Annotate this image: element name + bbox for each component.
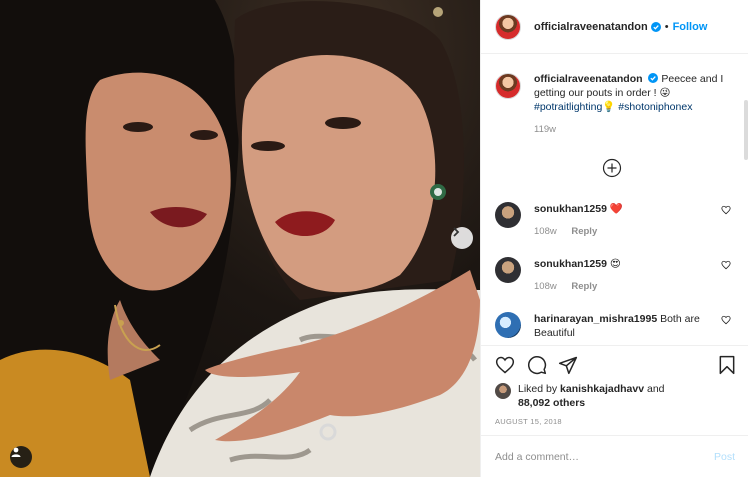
post-comment-button[interactable]: Post — [714, 451, 735, 463]
comment-item: harinarayan_mishra1995 Both are Beautifu… — [495, 312, 737, 340]
liker-avatar[interactable] — [495, 383, 511, 399]
author-username[interactable]: officialraveenatandon — [534, 21, 648, 33]
comments-list[interactable]: officialraveenatandon Peecee and I getti… — [481, 55, 743, 345]
verified-badge-icon — [650, 21, 661, 32]
verified-badge-icon — [648, 73, 659, 83]
comment-icon[interactable] — [527, 355, 547, 375]
author-avatar[interactable] — [495, 13, 521, 40]
like-comment-heart-icon[interactable] — [721, 260, 731, 270]
likes-count[interactable]: 88,092 others — [518, 397, 585, 409]
like-comment-heart-icon[interactable] — [721, 315, 731, 325]
post-actions: Liked by kanishkajadhavv and 88,092 othe… — [481, 345, 748, 435]
commenter-avatar[interactable] — [495, 312, 521, 338]
comment-item: sonukhan1259 ❤️ 108w Reply — [495, 202, 737, 239]
separator-dot: • — [664, 20, 669, 33]
post-date[interactable]: AUGUST 15, 2018 — [495, 417, 562, 426]
comment-text: 😍 — [609, 258, 621, 270]
user-tag-icon — [11, 447, 21, 457]
load-more-comments-icon[interactable] — [602, 158, 622, 178]
comment-input[interactable] — [495, 450, 714, 463]
reply-button[interactable]: Reply — [571, 281, 597, 292]
likes-prefix: Liked by — [518, 383, 558, 395]
likes-summary: Liked by kanishkajadhavv and 88,092 othe… — [495, 382, 665, 410]
caption-author-avatar[interactable] — [495, 73, 521, 99]
comment-username[interactable]: sonukhan1259 — [534, 203, 607, 215]
commenter-avatar[interactable] — [495, 257, 521, 283]
likes-and: and — [647, 383, 665, 395]
comment-item: sonukhan1259 😍 108w Reply — [495, 257, 737, 294]
caption-timestamp[interactable]: 119w — [534, 124, 556, 135]
tagged-users-button[interactable] — [10, 446, 32, 468]
like-comment-heart-icon[interactable] — [721, 205, 731, 215]
comment-timestamp[interactable]: 108w — [534, 281, 557, 292]
heart-icon[interactable] — [495, 355, 515, 375]
post-side-panel: officialraveenatandon • Follow officialr… — [480, 0, 748, 477]
hashtag-link[interactable]: #shotoniphonex — [618, 101, 692, 113]
comment-username[interactable]: harinarayan_mishra1995 — [534, 313, 657, 325]
comment-timestamp[interactable]: 108w — [534, 226, 557, 237]
caption-username[interactable]: officialraveenatandon — [534, 73, 643, 85]
share-icon[interactable] — [558, 355, 578, 375]
post-photo[interactable] — [0, 0, 480, 477]
reply-button[interactable]: Reply — [571, 226, 597, 237]
add-comment-bar: Post — [481, 435, 748, 477]
chevron-right-icon — [453, 227, 460, 237]
comments-scrollbar[interactable] — [744, 100, 748, 160]
commenter-avatar[interactable] — [495, 202, 521, 228]
hashtag-link[interactable]: #potraitlighting💡 — [534, 101, 615, 113]
selfie-photo — [0, 0, 480, 477]
comment-text: ❤️ — [609, 203, 623, 215]
comment-username[interactable]: sonukhan1259 — [534, 258, 607, 270]
liker-username[interactable]: kanishkajadhavv — [560, 383, 644, 395]
post-header: officialraveenatandon • Follow — [481, 0, 748, 54]
bookmark-icon[interactable] — [717, 355, 737, 375]
follow-button[interactable]: Follow — [673, 21, 708, 33]
post-caption: officialraveenatandon Peecee and I getti… — [481, 55, 743, 137]
next-image-button[interactable] — [451, 227, 473, 249]
